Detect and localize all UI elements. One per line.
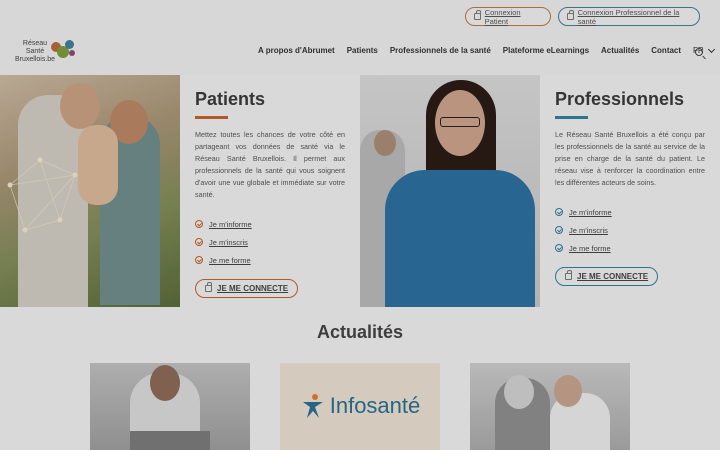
person-star-icon — [302, 394, 323, 418]
professionals-section: Professionnels Le Réseau Santé Bruxelloi… — [555, 75, 705, 307]
patients-link-register[interactable]: Je m'inscris — [195, 233, 345, 251]
lock-icon — [565, 270, 572, 280]
professionals-links: Je m'informe Je m'inscris Je me forme — [555, 203, 705, 257]
logo-text: Réseau Santé Bruxellois.be — [15, 40, 55, 64]
nav-item-elearnings[interactable]: Plateforme eLearnings — [503, 46, 589, 55]
login-patient-label: Connexion Patient — [484, 7, 521, 26]
lock-icon — [205, 282, 212, 292]
check-circle-icon — [555, 208, 563, 216]
logo-line-1: Réseau — [22, 40, 48, 47]
login-patient-button[interactable]: Connexion Patient — [465, 7, 551, 26]
professionals-text: Le Réseau Santé Bruxellois a été conçu p… — [555, 130, 705, 187]
news-card[interactable] — [470, 363, 630, 450]
patients-link-train[interactable]: Je me forme — [195, 251, 345, 269]
background-doctor-head — [374, 130, 396, 156]
patients-title: Patients — [195, 89, 266, 109]
link-label: Je m'inscris — [209, 237, 248, 247]
link-label: Je me forme — [209, 255, 251, 265]
patients-text: Mettez toutes les chances de votre côté … — [195, 130, 345, 199]
nav-item-about[interactable]: A propos d'Abrumet — [258, 46, 335, 55]
doctor-scrubs — [385, 170, 535, 307]
patients-title-underline — [195, 116, 228, 119]
pros-connect-button[interactable]: JE ME CONNECTE — [555, 267, 659, 286]
connect-label: JE ME CONNECTE — [217, 284, 289, 293]
login-pro-button[interactable]: Connexion Professionnel de la santé — [558, 7, 700, 26]
nav-item-contact[interactable]: Contact — [651, 46, 681, 55]
header: Réseau Santé Bruxellois.be Connexion Pat… — [0, 0, 720, 75]
news-card[interactable]: Infosanté — [280, 363, 440, 450]
professionals-title: Professionnels — [555, 89, 685, 109]
nav-item-professionals[interactable]: Professionnels de la santé — [390, 46, 491, 55]
check-circle-icon — [195, 256, 203, 264]
main-nav: A propos d'Abrumet Patients Professionne… — [258, 45, 720, 55]
link-label: Je m'inscris — [569, 225, 608, 235]
connect-label: JE ME CONNECTE — [577, 272, 649, 281]
chevron-down-icon — [707, 45, 715, 53]
laptop-icon — [130, 431, 210, 450]
check-circle-icon — [195, 238, 203, 246]
professionals-image — [360, 75, 540, 307]
logo[interactable]: Réseau Santé Bruxellois.be — [15, 36, 85, 72]
logo-line-2: Santé — [25, 48, 45, 55]
patients-section: Patients Mettez toutes les chances de vo… — [195, 75, 345, 307]
news-card[interactable] — [90, 363, 250, 450]
lock-icon — [567, 10, 574, 20]
lock-icon — [474, 10, 481, 20]
news-title: Actualités — [316, 322, 404, 342]
glasses-icon — [440, 117, 480, 127]
man-head — [60, 83, 100, 129]
patients-connect-button[interactable]: JE ME CONNECTE — [195, 279, 299, 298]
check-circle-icon — [195, 220, 203, 228]
logo-dot-icon — [69, 50, 75, 56]
logo-line-3: Bruxellois.be — [15, 56, 56, 63]
pros-link-inform[interactable]: Je m'informe — [555, 203, 705, 221]
patients-image — [0, 75, 180, 307]
doctor-head — [150, 365, 180, 401]
link-label: Je me forme — [569, 243, 611, 253]
logo-dot-icon — [65, 40, 74, 49]
nav-item-patients[interactable]: Patients — [347, 46, 378, 55]
pros-link-train[interactable]: Je me forme — [555, 239, 705, 257]
pros-link-register[interactable]: Je m'inscris — [555, 221, 705, 239]
nav-item-news[interactable]: Actualités — [601, 46, 639, 55]
professionals-title-underline — [555, 116, 588, 119]
nurse-head — [554, 375, 582, 407]
infosante-logo: Infosanté — [280, 393, 440, 419]
patients-links: Je m'informe Je m'inscris Je me forme — [195, 215, 345, 269]
search-icon[interactable] — [695, 48, 703, 56]
infosante-wordmark: Infosanté — [329, 393, 421, 418]
network-graphic — [7, 157, 78, 233]
check-circle-icon — [555, 226, 563, 234]
patient-head — [504, 375, 534, 409]
link-label: Je m'informe — [209, 219, 252, 229]
patients-link-inform[interactable]: Je m'informe — [195, 215, 345, 233]
login-pro-label: Connexion Professionnel de la santé — [577, 7, 680, 26]
link-label: Je m'informe — [569, 207, 612, 217]
check-circle-icon — [555, 244, 563, 252]
